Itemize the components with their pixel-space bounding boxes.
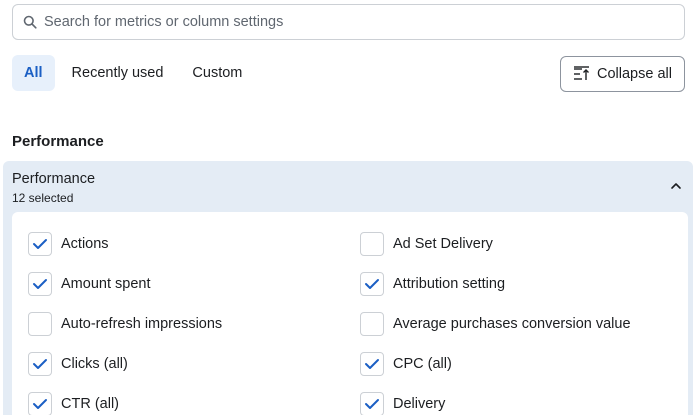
checkmark-icon bbox=[365, 399, 379, 409]
option-amount-spent[interactable]: Amount spent bbox=[28, 272, 150, 296]
option-label: Auto-refresh impressions bbox=[61, 316, 223, 332]
option-label: CPC (all) bbox=[393, 356, 452, 372]
filter-tabs: All Recently used Custom bbox=[12, 55, 259, 91]
search-input[interactable]: Search for metrics or column settings bbox=[44, 14, 283, 30]
checkbox[interactable] bbox=[28, 312, 52, 336]
collapse-icon bbox=[573, 66, 591, 82]
collapse-all-label: Collapse all bbox=[597, 66, 672, 82]
checkbox[interactable] bbox=[28, 272, 52, 296]
chevron-up-icon[interactable] bbox=[670, 180, 682, 192]
checkbox[interactable] bbox=[360, 352, 384, 376]
search-field[interactable]: Search for metrics or column settings bbox=[12, 4, 685, 40]
search-icon bbox=[23, 15, 37, 29]
option-label: Amount spent bbox=[61, 276, 151, 292]
option-ctr-all[interactable]: CTR (all) bbox=[28, 392, 119, 415]
option-label: Average purchases conversion value bbox=[393, 316, 631, 332]
option-auto-refresh-impressions[interactable]: Auto-refresh impressions bbox=[28, 312, 222, 336]
checkbox[interactable] bbox=[360, 312, 384, 336]
checkmark-icon bbox=[33, 359, 47, 369]
checkmark-icon bbox=[365, 279, 379, 289]
option-ad-set-delivery[interactable]: Ad Set Delivery bbox=[360, 232, 493, 256]
option-label: Attribution setting bbox=[393, 276, 506, 292]
option-label: CTR (all) bbox=[61, 396, 119, 412]
checkbox[interactable] bbox=[28, 232, 52, 256]
checkbox[interactable] bbox=[360, 272, 384, 296]
panel-title: Performance bbox=[12, 171, 96, 187]
checkbox[interactable] bbox=[28, 352, 52, 376]
selected-count: 12 selected bbox=[12, 191, 74, 205]
option-label: Actions bbox=[61, 236, 109, 252]
option-attribution-setting[interactable]: Attribution setting bbox=[360, 272, 505, 296]
option-label: Delivery bbox=[393, 396, 446, 412]
option-delivery[interactable]: Delivery bbox=[360, 392, 445, 415]
option-label: Ad Set Delivery bbox=[393, 236, 493, 252]
tab-all[interactable]: All bbox=[12, 55, 55, 91]
panel-header[interactable]: Performance 12 selected bbox=[3, 161, 693, 212]
checkbox[interactable] bbox=[360, 392, 384, 415]
option-clicks-all[interactable]: Clicks (all) bbox=[28, 352, 128, 376]
collapse-all-button[interactable]: Collapse all bbox=[560, 56, 685, 92]
tab-custom[interactable]: Custom bbox=[180, 55, 254, 91]
tab-recently-used[interactable]: Recently used bbox=[60, 55, 176, 91]
checkbox[interactable] bbox=[360, 232, 384, 256]
option-actions[interactable]: Actions bbox=[28, 232, 109, 256]
section-title: Performance bbox=[12, 133, 104, 150]
checkmark-icon bbox=[33, 239, 47, 249]
checkmark-icon bbox=[33, 399, 47, 409]
performance-panel: Performance 12 selected Actions Ad Set D… bbox=[3, 161, 693, 415]
options-list: Actions Ad Set Delivery Amount spent Att… bbox=[12, 212, 688, 415]
option-cpc-all[interactable]: CPC (all) bbox=[360, 352, 452, 376]
checkmark-icon bbox=[365, 359, 379, 369]
option-average-purchases-conversion-value[interactable]: Average purchases conversion value bbox=[360, 312, 631, 336]
option-label: Clicks (all) bbox=[61, 356, 128, 372]
checkbox[interactable] bbox=[28, 392, 52, 415]
checkmark-icon bbox=[33, 279, 47, 289]
